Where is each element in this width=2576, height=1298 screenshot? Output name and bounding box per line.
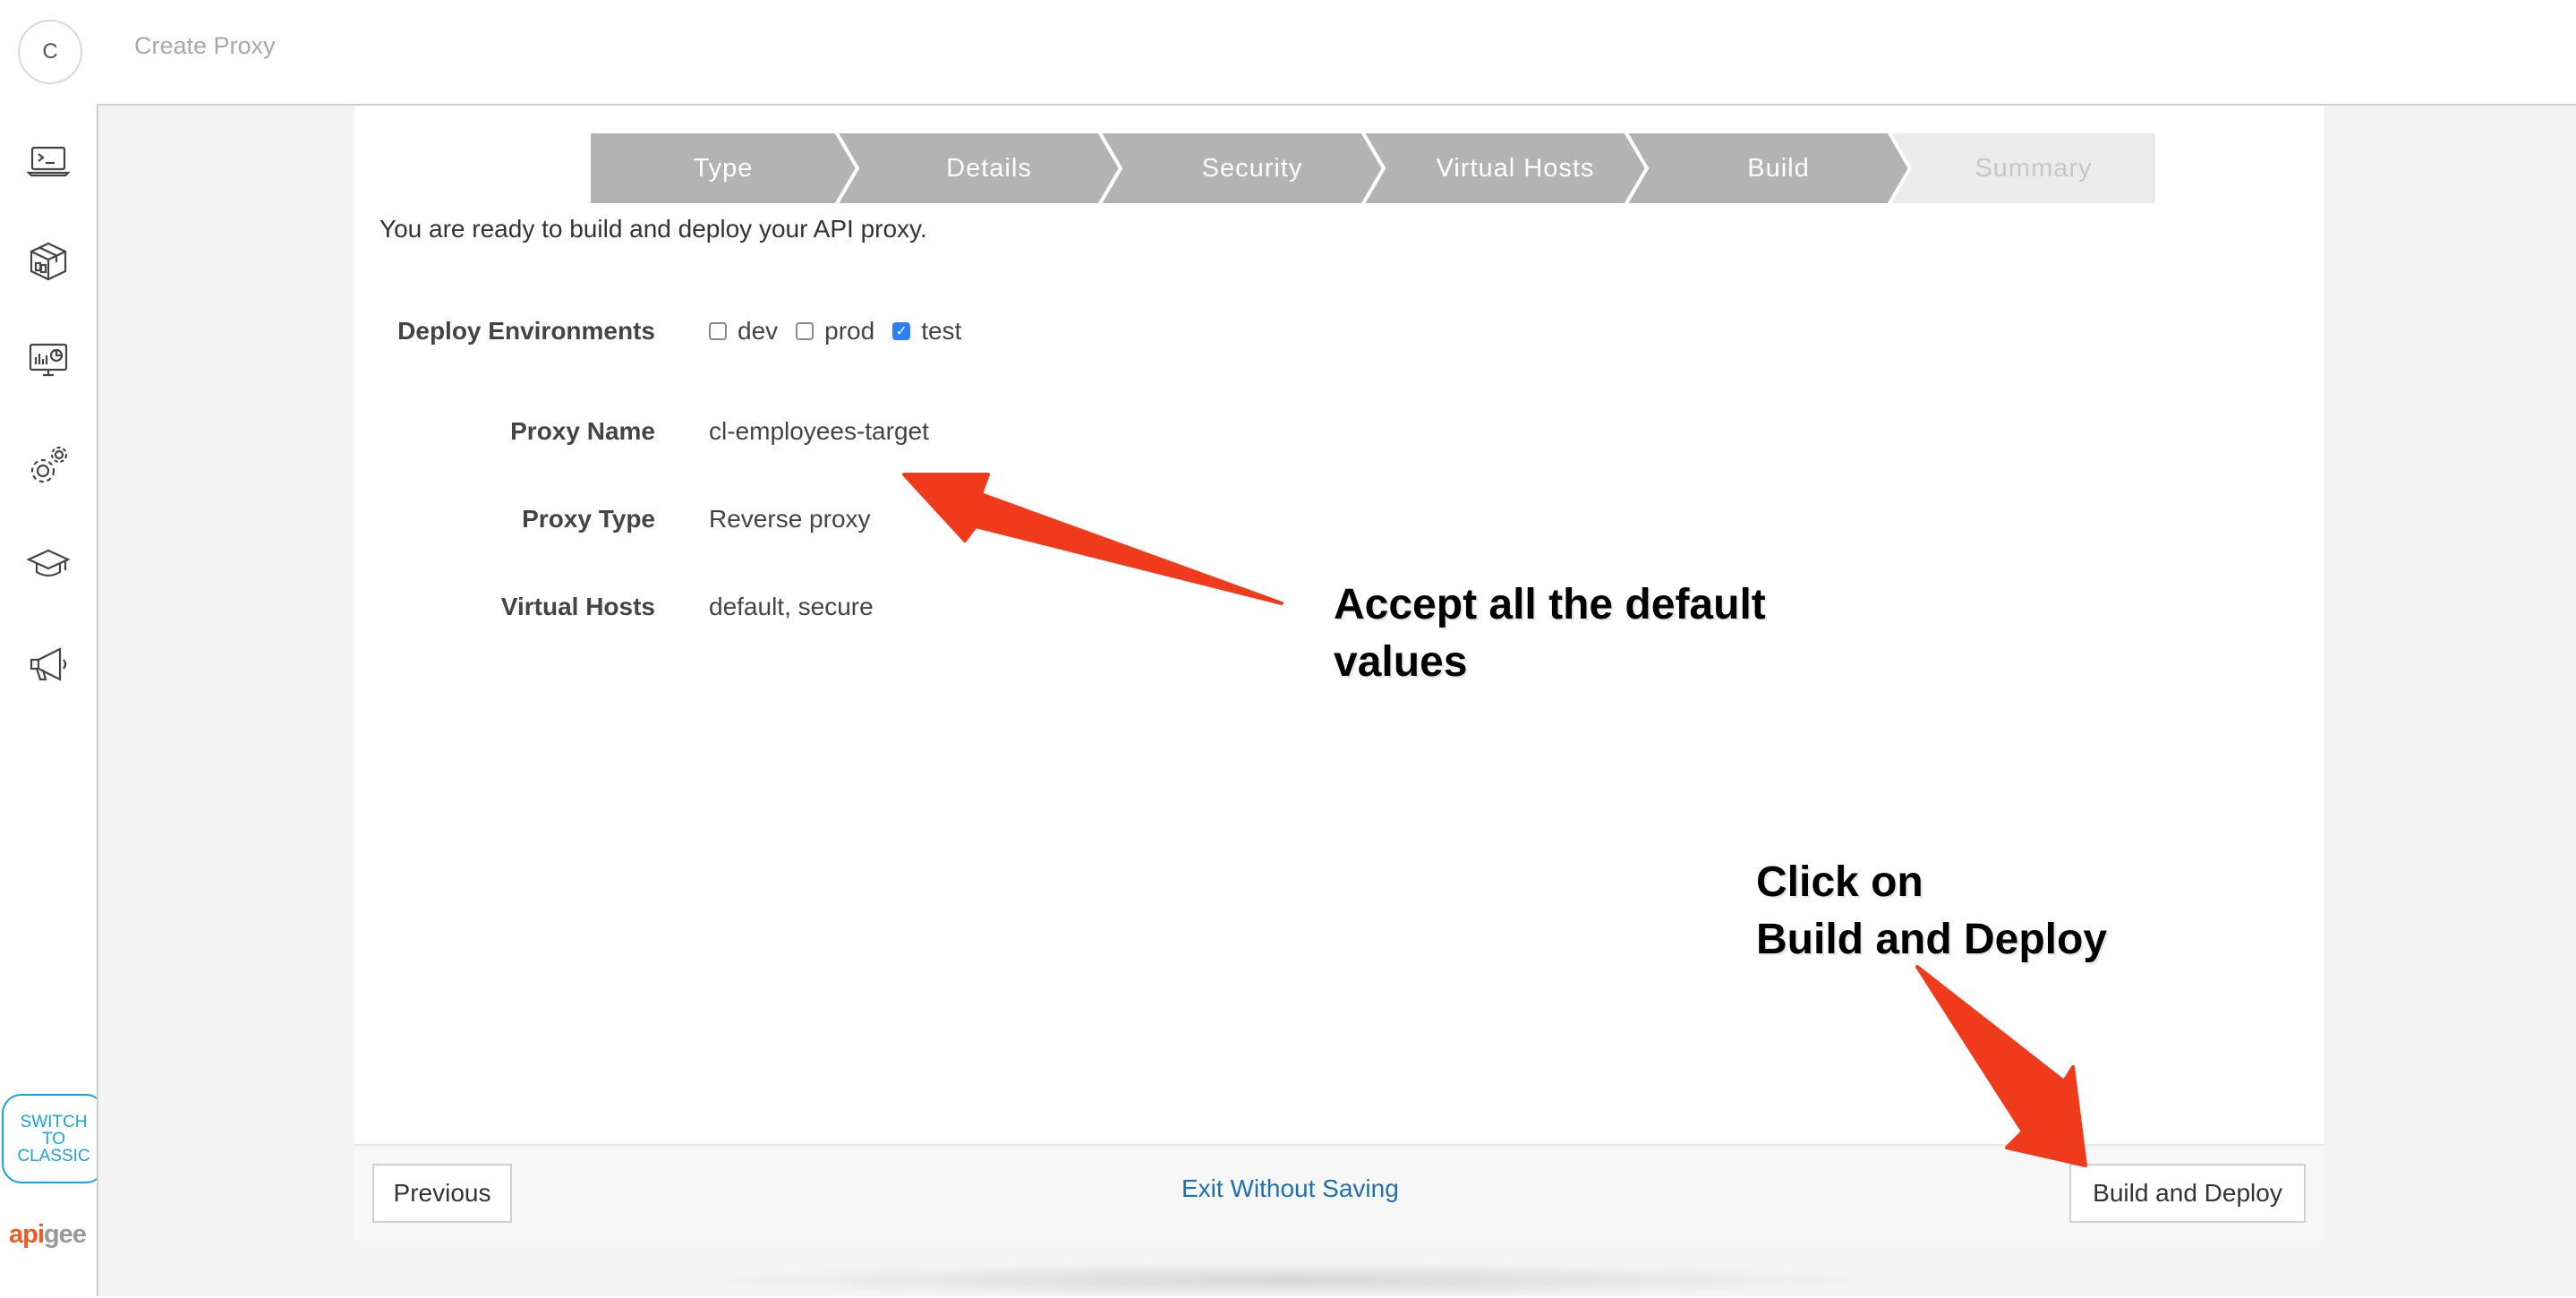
- env-dev-checkbox[interactable]: dev: [709, 317, 778, 346]
- step-details[interactable]: Details: [836, 132, 1121, 205]
- proxy-name-label: Proxy Name: [510, 417, 655, 445]
- step-summary[interactable]: Summary: [1889, 132, 2157, 205]
- step-details-label: Details: [946, 153, 1032, 183]
- checkbox-prod-box[interactable]: [796, 322, 815, 340]
- step-security[interactable]: Security: [1099, 132, 1384, 205]
- gears-icon[interactable]: [21, 439, 75, 492]
- avatar-letter: C: [42, 39, 58, 64]
- env-prod-label: prod: [824, 317, 875, 345]
- page-title: Create Proxy: [134, 32, 276, 59]
- annotation-click-build: Click on Build and Deploy: [1756, 854, 2107, 969]
- step-build[interactable]: Build: [1625, 132, 1910, 205]
- step-security-label: Security: [1201, 153, 1303, 183]
- annotation-click-line2: Build and Deploy: [1756, 916, 2108, 963]
- virtual-hosts-label: Virtual Hosts: [500, 593, 655, 620]
- analytics-monitor-icon[interactable]: [21, 333, 75, 387]
- switch-line-1: SWITCH: [20, 1112, 88, 1131]
- annotation-accept-defaults: Accept all the default values: [1334, 576, 1766, 691]
- exit-without-saving-link[interactable]: Exit Without Saving: [1181, 1174, 1399, 1203]
- bottom-shadow: [698, 1262, 1880, 1298]
- package-icon[interactable]: [21, 235, 75, 288]
- env-prod-checkbox[interactable]: prod: [796, 317, 874, 346]
- sidebar: C SWITCH TO CLASSIC apigee: [0, 0, 106, 1296]
- graduation-cap-icon[interactable]: [21, 537, 75, 591]
- step-build-label: Build: [1747, 153, 1810, 183]
- virtual-hosts-value: default, secure: [709, 593, 874, 620]
- annotation-accept-line2: values: [1334, 638, 1468, 686]
- step-virtual-hosts[interactable]: Virtual Hosts: [1362, 132, 1647, 205]
- annotation-accept-line1: Accept all the default: [1334, 581, 1766, 628]
- switch-line-2: TO: [41, 1129, 66, 1149]
- proxy-type-value: Reverse proxy: [709, 505, 871, 533]
- switch-line-3: CLASSIC: [17, 1146, 90, 1166]
- proxy-type-label: Proxy Type: [522, 505, 655, 533]
- annotation-click-line1: Click on: [1756, 858, 1923, 906]
- environment-checkboxes: dev prod ✓ test: [709, 317, 979, 346]
- logo-part-b: gee: [43, 1220, 87, 1249]
- deploy-environments-label: Deploy Environments: [397, 317, 655, 345]
- apigee-logo: apigee: [9, 1220, 87, 1250]
- avatar[interactable]: C: [18, 20, 82, 84]
- previous-button[interactable]: Previous: [372, 1164, 512, 1223]
- intro-text: You are ready to build and deploy your A…: [380, 215, 927, 243]
- megaphone-icon[interactable]: [21, 637, 75, 691]
- build-and-deploy-button[interactable]: Build and Deploy: [2069, 1164, 2306, 1223]
- checkbox-test-box[interactable]: ✓: [892, 322, 911, 340]
- env-test-checkbox[interactable]: ✓ test: [892, 317, 961, 346]
- step-summary-label: Summary: [1975, 153, 2093, 183]
- env-dev-label: dev: [738, 317, 779, 345]
- step-type-label: Type: [693, 153, 754, 183]
- switch-to-classic-button[interactable]: SWITCH TO CLASSIC: [2, 1094, 106, 1183]
- step-virtual-hosts-label: Virtual Hosts: [1436, 153, 1595, 183]
- logo-part-a: api: [9, 1220, 45, 1249]
- terminal-icon[interactable]: [21, 134, 75, 188]
- proxy-name-value: cl-employees-target: [709, 417, 929, 445]
- step-type[interactable]: Type: [589, 132, 857, 205]
- wizard-steps: Type Details Security Virtual Hosts Buil…: [589, 132, 2157, 205]
- env-test-label: test: [921, 317, 962, 345]
- checkbox-dev-box[interactable]: [709, 322, 727, 340]
